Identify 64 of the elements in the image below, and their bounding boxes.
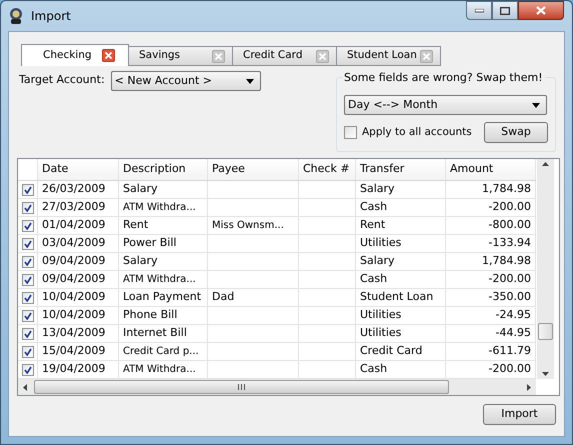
table-cell-text: 10/04/2009	[42, 307, 106, 324]
table-cell-text: 03/04/2009	[42, 235, 106, 252]
group-title: Some fields are wrong? Swap them!	[342, 70, 545, 86]
column-header[interactable]: Description	[119, 159, 208, 180]
table-cell-text: Student Loan	[360, 289, 434, 306]
table-cell-text: Utilities	[360, 235, 402, 252]
table-cell-text: Utilities	[360, 307, 402, 324]
table-cell-text: Utilities	[360, 325, 402, 342]
tab[interactable]: Credit Card	[232, 46, 337, 66]
tab[interactable]: Savings	[128, 46, 233, 66]
table-cell-text: 09/04/2009	[42, 271, 106, 288]
swap-option-dropdown[interactable]: Day <--> Month	[344, 95, 547, 115]
table-cell-text: 01/04/2009	[42, 217, 106, 234]
table-cell-text: Dad	[212, 289, 234, 306]
tab[interactable]: Student Loan	[336, 46, 441, 66]
table-cell-text: Salary	[360, 181, 395, 198]
column-header[interactable]: Check #	[299, 159, 356, 180]
column-header[interactable]: Date	[38, 159, 119, 180]
table-cell-text: 09/04/2009	[42, 253, 106, 270]
column-header[interactable]: Transfer	[356, 159, 446, 180]
table-cell-text: Power Bill	[123, 235, 176, 252]
table-cell-text: 13/04/2009	[42, 325, 106, 342]
table-cell-text: Loan Payment	[123, 289, 202, 306]
table-cell-text: Miss Ownsm...	[212, 219, 284, 233]
table-cell-text: -800.00	[488, 217, 531, 234]
table-cell-text: Internet Bill	[123, 325, 187, 342]
table-cell-text: -24.95	[496, 307, 531, 324]
table-cell-text: Salary	[360, 253, 395, 270]
table-cell-text: Cash	[360, 199, 388, 216]
table-cell-text: 19/04/2009	[42, 361, 106, 378]
swap-button[interactable]: Swap	[484, 122, 548, 143]
table-cell-text: Rent	[360, 217, 386, 234]
table-cell-text: Rent	[123, 217, 148, 234]
table-cell-text: 10/04/2009	[42, 289, 106, 306]
column-header[interactable]: Amount	[446, 159, 536, 180]
table-cell-text: ATM Withdra...	[123, 273, 196, 287]
column-header[interactable]: Payee	[208, 159, 299, 180]
table-cell-text: -350.00	[488, 289, 531, 306]
table-cell-text: 27/03/2009	[42, 199, 106, 216]
table-cell-text: Credit Card p...	[123, 345, 199, 359]
table-cell-text: 1,784.98	[482, 253, 531, 270]
table-cell-text: ATM Withdra...	[123, 201, 196, 215]
table-cell-text: ATM Withdra...	[123, 363, 196, 377]
table-cell-text: Salary	[123, 253, 158, 270]
target-account-label: Target Account:	[19, 72, 105, 88]
tab[interactable]: Checking	[21, 44, 129, 66]
target-account-dropdown[interactable]: < New Account >	[110, 71, 261, 91]
table-cell-text: -200.00	[488, 199, 531, 216]
import-button[interactable]: Import	[483, 404, 556, 425]
table-cell-text: -133.94	[488, 235, 531, 252]
table-cell-text: -200.00	[488, 271, 531, 288]
table-cell-text: 1,784.98	[482, 181, 531, 198]
table-cell-text: 26/03/2009	[42, 181, 106, 198]
table-cell-text: 15/04/2009	[42, 343, 106, 360]
checkbox-label: Apply to all accounts	[362, 124, 472, 140]
table-cell-text: Phone Bill	[123, 307, 178, 324]
table-cell-text: -44.95	[496, 325, 531, 342]
table-cell-text: -200.00	[488, 361, 531, 378]
table-cell-text: Cash	[360, 361, 388, 378]
table-cell-text: Credit Card	[360, 343, 422, 360]
window-title: Import	[31, 8, 71, 25]
table-cell-text: -611.79	[488, 343, 531, 360]
table-cell-text: Cash	[360, 271, 388, 288]
table-cell-text: Salary	[123, 181, 158, 198]
